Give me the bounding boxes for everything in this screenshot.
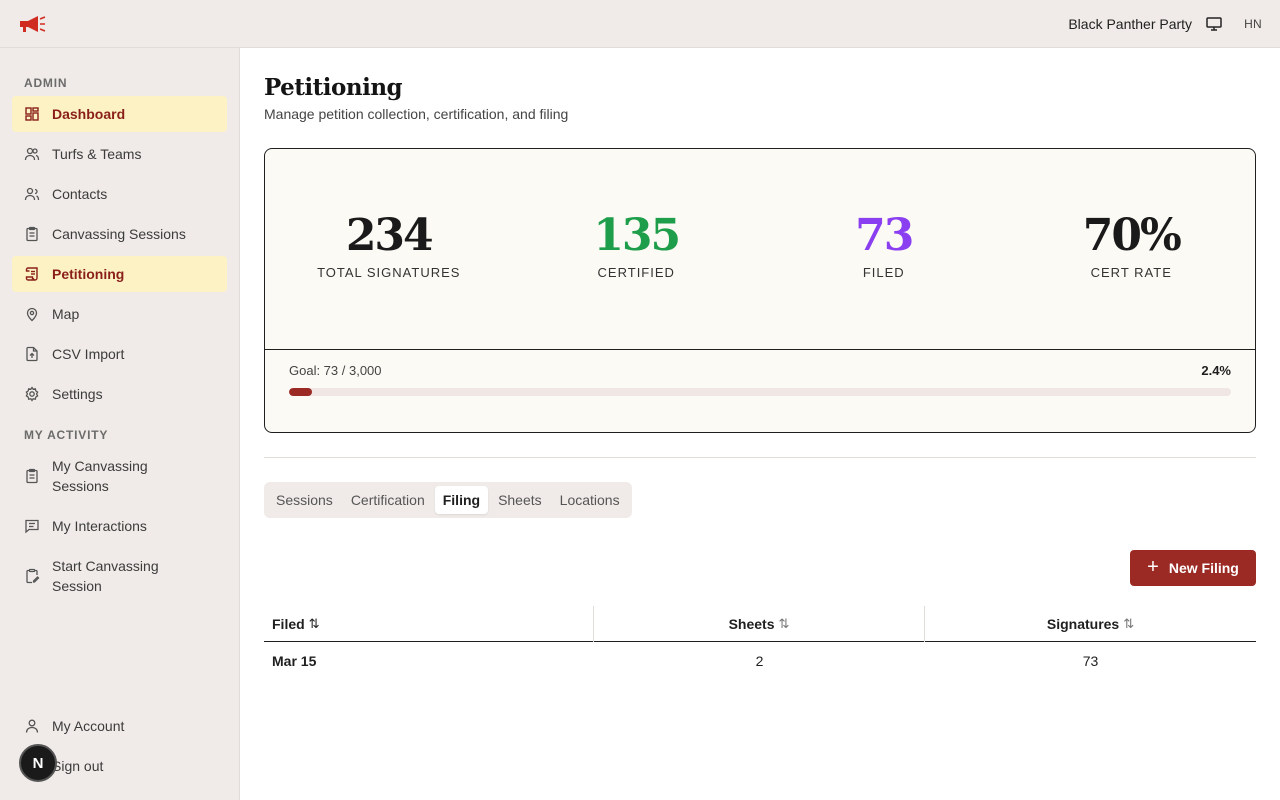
sidebar-item-my-interactions[interactable]: My Interactions <box>12 508 227 544</box>
sidebar-item-label: Sign out <box>52 758 104 774</box>
sidebar-item-label: Settings <box>52 386 103 402</box>
sidebar-item-label: Dashboard <box>52 106 126 122</box>
stat-label: FILED <box>862 265 905 280</box>
sidebar-item-label: My Interactions <box>52 518 147 534</box>
column-header-label: Signatures <box>1046 615 1120 632</box>
stat-value: 135 <box>593 210 681 261</box>
topbar-right: Black Panther Party HN <box>1068 16 1262 32</box>
new-filing-button[interactable]: + New Filing <box>1130 550 1256 586</box>
goal-progress-bar <box>289 388 1231 396</box>
goal-progress-fill <box>289 388 312 396</box>
sidebar-item-label: Petitioning <box>52 266 125 282</box>
clipboard-list-icon <box>24 468 40 484</box>
sidebar-item-contacts[interactable]: Contacts <box>12 176 227 212</box>
stat-value: 70% <box>1082 210 1182 261</box>
tab-sheets[interactable]: Sheets <box>490 486 550 514</box>
stats-card: 234 TOTAL SIGNATURES 135 CERTIFIED 73 FI… <box>264 148 1256 433</box>
page-title: Petitioning <box>264 74 403 101</box>
stat-value: 234 <box>345 210 434 261</box>
stat-total-signatures: 234 TOTAL SIGNATURES <box>265 149 513 349</box>
column-header-sheets[interactable]: Sheets ⇅ <box>594 605 925 642</box>
filings-table: Filed ⇅ Sheets ⇅ Signatures ⇅ Mar 15 2 7… <box>264 605 1256 680</box>
section-label-my-activity: MY ACTIVITY <box>24 428 109 442</box>
cell-sheets: 2 <box>755 653 764 669</box>
org-name[interactable]: Black Panther Party <box>1068 16 1192 32</box>
sidebar-item-turfs-teams[interactable]: Turfs & Teams <box>12 136 227 172</box>
tab-sessions[interactable]: Sessions <box>268 486 341 514</box>
goal-percent: 2.4% <box>1201 363 1231 378</box>
tab-certification[interactable]: Certification <box>343 486 433 514</box>
sidebar-item-petitioning[interactable]: Petitioning <box>12 256 227 292</box>
petition-tabs: Sessions Certification Filing Sheets Loc… <box>264 482 632 518</box>
sidebar-item-map[interactable]: Map <box>12 296 227 332</box>
map-pin-icon <box>24 306 40 322</box>
sidebar-item-label: Canvassing Sessions <box>52 226 186 242</box>
sidebar-item-label: Map <box>52 306 80 322</box>
user-initials-avatar[interactable]: HN <box>1244 17 1262 31</box>
scroll-icon <box>24 266 40 282</box>
goal-label: Goal: 73 / 3,000 <box>289 363 382 378</box>
sidebar-item-label: My Canvassing Sessions <box>52 458 148 494</box>
contacts-icon <box>24 186 40 202</box>
sidebar-item-dashboard[interactable]: Dashboard <box>12 96 227 132</box>
sort-icon: ⇅ <box>1123 615 1135 631</box>
plus-icon: + <box>1147 556 1159 578</box>
stat-label: CERT RATE <box>1090 265 1172 280</box>
users-icon <box>24 146 40 162</box>
main-content: Petitioning Manage petition collection, … <box>240 48 1280 800</box>
megaphone-logo[interactable] <box>18 14 46 34</box>
file-import-icon <box>24 346 40 362</box>
message-icon <box>24 518 40 534</box>
section-label-admin: ADMIN <box>24 76 68 90</box>
cell-filed-date: Mar 15 <box>272 653 317 669</box>
sort-icon: ⇅ <box>308 615 320 631</box>
table-row[interactable]: Mar 15 2 73 <box>264 642 1256 680</box>
new-filing-label: New Filing <box>1168 560 1239 576</box>
dashboard-icon <box>24 106 40 122</box>
clipboard-icon <box>24 226 40 242</box>
stat-label: TOTAL SIGNATURES <box>317 265 461 280</box>
stat-certified: 135 CERTIFIED <box>513 149 761 349</box>
cell-signatures: 73 <box>1082 653 1099 669</box>
sort-icon: ⇅ <box>778 615 790 631</box>
sidebar-item-settings[interactable]: Settings <box>12 376 227 412</box>
sidebar-item-csv-import[interactable]: CSV Import <box>12 336 227 372</box>
page-subtitle: Manage petition collection, certificatio… <box>264 106 569 122</box>
section-divider <box>264 457 1256 458</box>
tab-filing[interactable]: Filing <box>434 486 489 514</box>
sidebar-item-label: CSV Import <box>52 346 125 362</box>
sidebar-item-label: Start Canvassing Session <box>52 558 159 594</box>
sidebar-item-my-account[interactable]: My Account <box>12 708 227 744</box>
stat-filed: 73 FILED <box>760 149 1008 349</box>
column-header-filed[interactable]: Filed ⇅ <box>264 605 594 642</box>
tab-locations[interactable]: Locations <box>552 486 628 514</box>
sidebar-item-label: My Account <box>52 718 125 734</box>
top-bar: Black Panther Party HN <box>0 0 1280 48</box>
column-header-label: Sheets <box>728 615 775 632</box>
monitor-icon[interactable] <box>1206 16 1222 31</box>
clipboard-pen-icon <box>24 568 40 584</box>
sidebar-item-my-canvassing-sessions[interactable]: My Canvassing Sessions <box>12 454 227 498</box>
stats-row: 234 TOTAL SIGNATURES 135 CERTIFIED 73 FI… <box>265 149 1255 350</box>
sidebar-item-start-canvassing-session[interactable]: Start Canvassing Session <box>12 554 227 598</box>
column-header-signatures[interactable]: Signatures ⇅ <box>925 606 1256 642</box>
stat-cert-rate: 70% CERT RATE <box>1008 149 1256 349</box>
goal-row: Goal: 73 / 3,000 2.4% <box>289 363 1231 378</box>
stat-label: CERTIFIED <box>597 265 675 280</box>
sidebar-item-label: Turfs & Teams <box>52 146 142 162</box>
user-icon <box>24 718 40 734</box>
column-header-label: Filed <box>272 615 305 632</box>
table-header: Filed ⇅ Sheets ⇅ Signatures ⇅ <box>264 605 1256 642</box>
sidebar-item-canvassing-sessions[interactable]: Canvassing Sessions <box>12 216 227 252</box>
sidebar-item-label: Contacts <box>52 186 108 202</box>
gear-icon <box>24 386 40 402</box>
sidebar: ADMIN Dashboard Turfs & Teams Contacts C… <box>0 48 240 800</box>
stat-value: 73 <box>855 210 914 261</box>
dev-tools-badge[interactable]: N <box>19 744 57 782</box>
